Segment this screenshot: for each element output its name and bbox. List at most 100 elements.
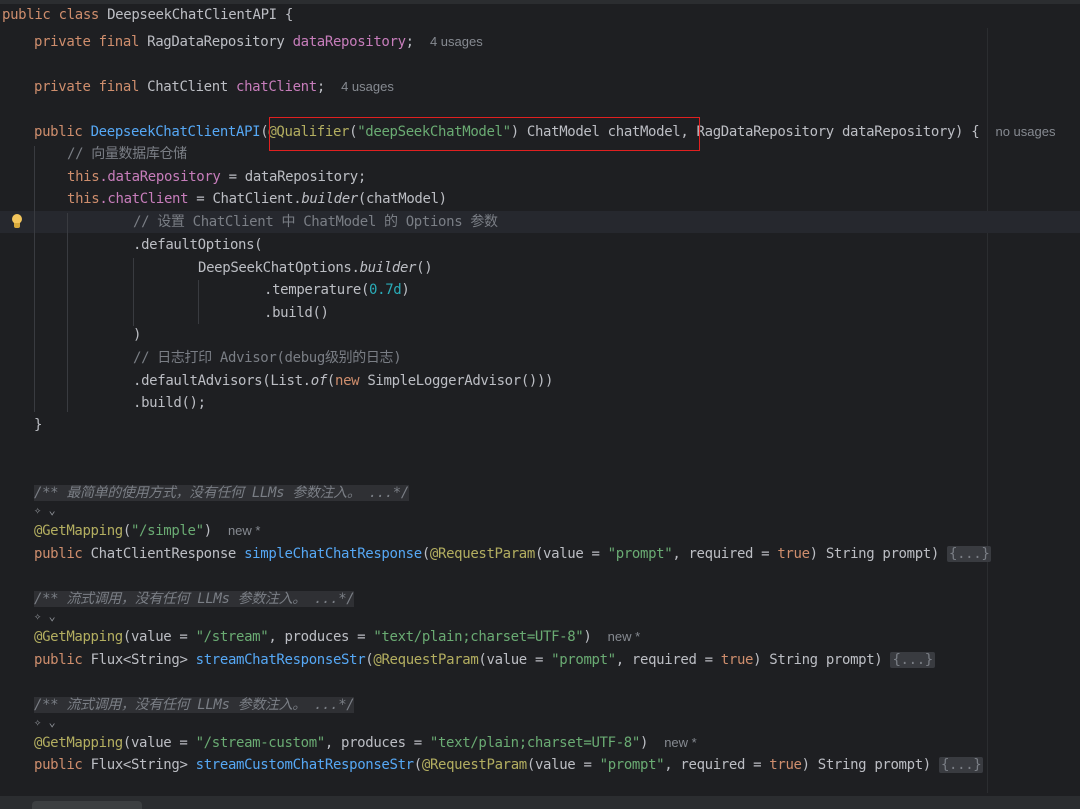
indent-guide xyxy=(34,146,35,412)
paren: ) xyxy=(203,523,212,539)
code-line-build-inner[interactable]: .build() xyxy=(264,302,329,324)
brace: { xyxy=(284,7,293,23)
method-call: .temperature( xyxy=(264,282,370,298)
javadoc-simple[interactable]: /** 最简单的使用方式，没有任何 LLMs 参数注入。 ...*/ xyxy=(34,482,409,504)
javadoc-folded[interactable]: /** 流式调用，没有任何 LLMs 参数注入。 ...*/ xyxy=(34,697,355,713)
param-part: ) String prompt) xyxy=(801,757,939,773)
method-call: .defaultAdvisors(List. xyxy=(133,373,311,389)
code-line-getmapping-stream[interactable]: @GetMapping(value = "/stream", produces … xyxy=(34,626,640,648)
bool-literal: true xyxy=(777,546,810,562)
annotation: @GetMapping xyxy=(34,523,123,539)
param-repository: RagDataRepository dataRepository) { xyxy=(688,124,980,140)
keyword: public xyxy=(34,652,83,668)
param-part: (value = xyxy=(478,652,552,668)
comment-set-options: // 设置 ChatClient 中 ChatModel 的 Options 参… xyxy=(133,214,498,230)
ai-assistant-icon[interactable]: ✧ ⌄ xyxy=(34,503,56,517)
lightbulb-icon[interactable] xyxy=(10,214,24,230)
code-line-options-builder[interactable]: DeepSeekChatOptions.builder() xyxy=(198,257,433,279)
code-line-method-simple[interactable]: public ChatClientResponse simpleChatChat… xyxy=(34,543,992,565)
ai-assistant-icon[interactable]: ✧ ⌄ xyxy=(34,609,56,623)
args-part: (value = xyxy=(122,629,196,645)
param-part: (value = xyxy=(526,757,600,773)
code-line-method-stream[interactable]: public Flux<String> streamChatResponseSt… xyxy=(34,649,935,671)
of-call: of xyxy=(310,373,328,389)
ai-assistant-icon[interactable]: ✧ ⌄ xyxy=(34,715,56,729)
field-name: dataRepository xyxy=(292,34,406,50)
keyword: this xyxy=(67,191,100,207)
bulb-base xyxy=(14,223,20,228)
return-type: Flux<String> xyxy=(90,757,188,773)
path-string: "/stream-custom" xyxy=(195,735,326,751)
javadoc-stream-custom[interactable]: /** 流式调用，没有任何 LLMs 参数注入。 ...*/ xyxy=(34,694,355,716)
param-part: , required = xyxy=(664,757,770,773)
bool-literal: true xyxy=(720,652,754,668)
class-name: DeepseekChatClientAPI xyxy=(107,7,277,23)
param-part: , required = xyxy=(672,546,778,562)
code-line-ctor-close[interactable]: } xyxy=(34,414,42,436)
indent-guide xyxy=(67,213,68,412)
comment-advisor: // 日志打印 Advisor(debug级别的日志) xyxy=(133,350,402,366)
keyword: this xyxy=(67,169,100,185)
builder-call: builder xyxy=(301,191,358,207)
code-line-getmapping-simple[interactable]: @GetMapping("/simple") new * xyxy=(34,520,260,542)
new-hint[interactable]: new * xyxy=(608,629,641,644)
method-name: simpleChatChatResponse xyxy=(244,546,422,562)
code-line-method-stream-custom[interactable]: public Flux<String> streamCustomChatResp… xyxy=(34,754,984,776)
produces-string: "text/plain;charset=UTF-8" xyxy=(373,629,584,645)
assignment: = ChatClient. xyxy=(188,191,302,207)
builder-call: builder xyxy=(359,260,417,276)
folded-body[interactable]: {...} xyxy=(890,652,935,668)
paren: ) xyxy=(583,629,592,645)
javadoc-folded[interactable]: /** 流式调用，没有任何 LLMs 参数注入。 ...*/ xyxy=(34,591,355,607)
usages-hint[interactable]: 4 usages xyxy=(341,79,394,94)
annotation: @GetMapping xyxy=(34,629,123,645)
class-ref: DeepSeekChatOptions. xyxy=(198,260,360,276)
param-string: "prompt" xyxy=(607,546,673,562)
param-part: , required = xyxy=(615,652,721,668)
code-line-field-repo[interactable]: private final RagDataRepository dataRepo… xyxy=(34,31,483,53)
code-line-close-paren[interactable]: ) xyxy=(133,324,141,346)
ai-actions-row[interactable]: ✧ ⌄ xyxy=(34,499,56,521)
folded-body[interactable]: {...} xyxy=(947,546,992,562)
method-name: streamCustomChatResponseStr xyxy=(195,757,414,773)
code-line-assign-repo[interactable]: this.dataRepository = dataRepository; xyxy=(67,166,366,188)
assignment: = dataRepository; xyxy=(220,169,367,185)
indent-guide xyxy=(133,258,134,326)
return-type: Flux<String> xyxy=(90,652,188,668)
path-string: "/simple" xyxy=(130,523,204,539)
usages-hint[interactable]: no usages xyxy=(995,124,1055,139)
code-line-field-client[interactable]: private final ChatClient chatClient; 4 u… xyxy=(34,76,394,98)
code-editor[interactable]: public class DeepseekChatClientAPI { pri… xyxy=(0,0,1080,809)
keyword: private final xyxy=(34,79,140,95)
paren: ) xyxy=(639,735,649,751)
keyword: public xyxy=(2,7,51,23)
code-line-build-final[interactable]: .build(); xyxy=(133,392,206,414)
new-hint[interactable]: new * xyxy=(228,523,261,538)
code-line-assign-client[interactable]: this.chatClient = ChatClient.builder(cha… xyxy=(67,188,447,210)
number-literal: 0.7d xyxy=(369,282,402,298)
return-type: ChatClientResponse xyxy=(90,546,237,562)
code-line-default-options[interactable]: .defaultOptions( xyxy=(133,234,263,256)
code-line-temperature[interactable]: .temperature(0.7d) xyxy=(264,279,410,301)
folded-body[interactable]: {...} xyxy=(938,757,984,773)
ai-actions-row[interactable]: ✧ ⌄ xyxy=(34,605,56,627)
param-part: (value = xyxy=(534,546,608,562)
paren: ( xyxy=(326,373,335,389)
ai-actions-row[interactable]: ✧ ⌄ xyxy=(34,711,56,733)
args: (chatModel) xyxy=(357,191,447,207)
code-line-default-advisors[interactable]: .defaultAdvisors(List.of(new SimpleLogge… xyxy=(133,370,553,392)
javadoc-stream[interactable]: /** 流式调用，没有任何 LLMs 参数注入。 ...*/ xyxy=(34,588,355,610)
code-line-getmapping-stream-custom[interactable]: @GetMapping(value = "/stream-custom", pr… xyxy=(34,732,697,754)
path-string: "/stream" xyxy=(195,629,269,645)
keyword: new xyxy=(335,373,360,389)
args-part: (value = xyxy=(122,735,196,751)
new-hint[interactable]: new * xyxy=(664,735,697,750)
annotation: @GetMapping xyxy=(34,735,123,751)
usages-hint[interactable]: 4 usages xyxy=(430,34,483,49)
javadoc-folded[interactable]: /** 最简单的使用方式，没有任何 LLMs 参数注入。 ...*/ xyxy=(34,485,409,501)
code-line-class-decl[interactable]: public class DeepseekChatClientAPI { xyxy=(2,4,293,26)
bottom-tab[interactable] xyxy=(32,801,142,809)
args: SimpleLoggerAdvisor())) xyxy=(359,373,554,389)
type-name: ChatClient xyxy=(147,79,228,95)
field-ref: .chatClient xyxy=(99,191,189,207)
